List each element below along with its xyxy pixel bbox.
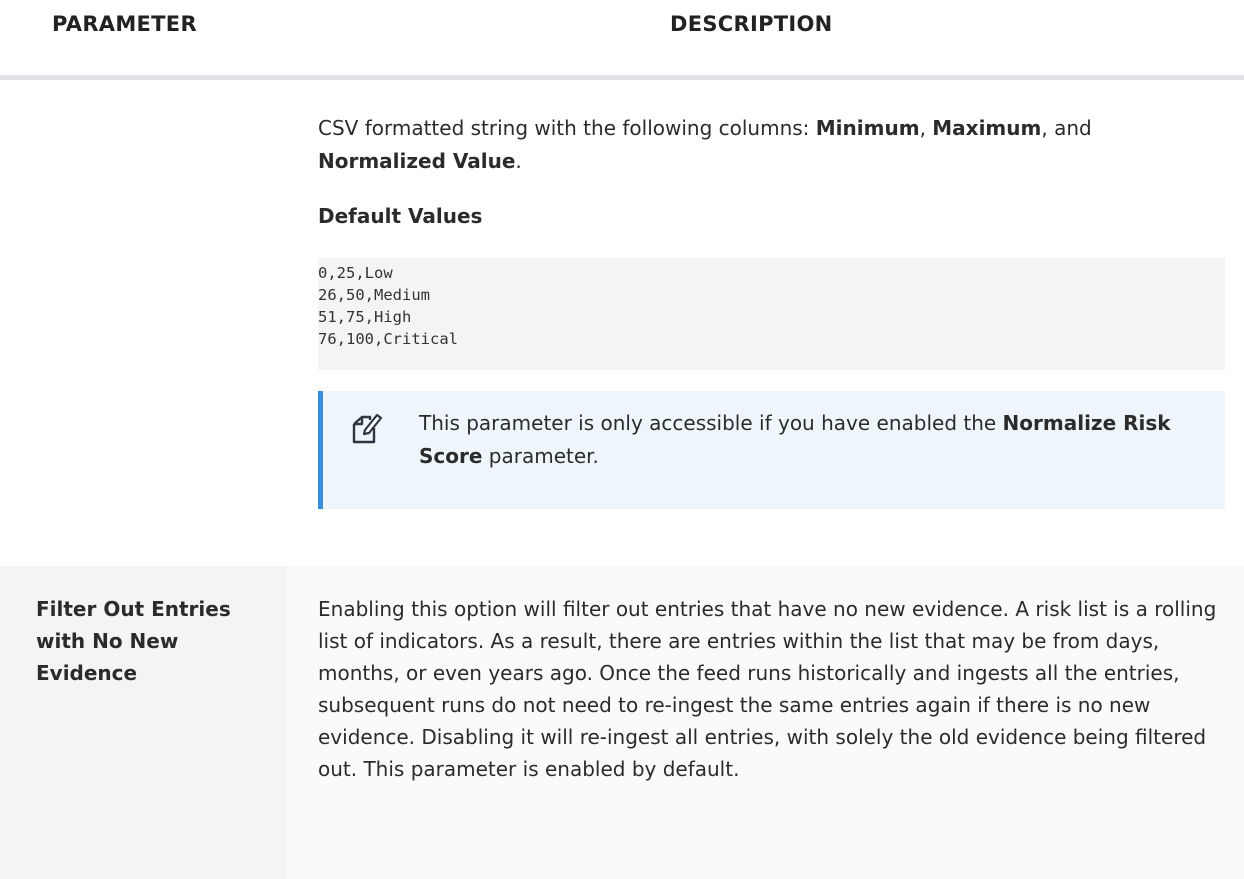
parameter-name: Filter Out Entries with No New Evidence: [36, 597, 231, 685]
parameter-description: Enabling this option will filter out ent…: [318, 597, 1217, 781]
intro-text: CSV formatted string with the following …: [318, 116, 816, 140]
table-header: PARAMETER DESCRIPTION: [0, 0, 1244, 80]
parameter-column-header: PARAMETER: [52, 12, 197, 36]
normalization-description-cell: CSV formatted string with the following …: [318, 112, 1225, 509]
separator: , and: [1041, 116, 1092, 140]
code-line: 51,75,High: [318, 308, 412, 326]
column-normalized-value: Normalized Value: [318, 149, 516, 173]
column-minimum: Minimum: [815, 116, 920, 140]
description-column-header: DESCRIPTION: [670, 12, 833, 36]
column-maximum: Maximum: [932, 116, 1042, 140]
note-text: This parameter is only accessible if you…: [419, 407, 1199, 473]
separator: ,: [919, 116, 933, 140]
code-line: 26,50,Medium: [318, 286, 430, 304]
csv-format-paragraph: CSV formatted string with the following …: [318, 112, 1188, 178]
note-text-suffix: parameter.: [482, 444, 599, 468]
note-callout: This parameter is only accessible if you…: [318, 391, 1225, 509]
note-text-prefix: This parameter is only accessible if you…: [419, 411, 1003, 435]
code-line: 0,25,Low: [318, 264, 393, 282]
parameter-cell: Filter Out Entries with No New Evidence: [0, 566, 287, 879]
table-row: Filter Out Entries with No New Evidence …: [0, 566, 1244, 879]
default-values-heading: Default Values: [318, 204, 483, 228]
note-pencil-icon: [352, 413, 383, 444]
default-values-code-block: 0,25,Low 26,50,Medium 51,75,High 76,100,…: [318, 258, 1225, 370]
period: .: [515, 149, 522, 173]
description-cell: Enabling this option will filter out ent…: [287, 566, 1244, 879]
code-line: 76,100,Critical: [318, 330, 458, 348]
